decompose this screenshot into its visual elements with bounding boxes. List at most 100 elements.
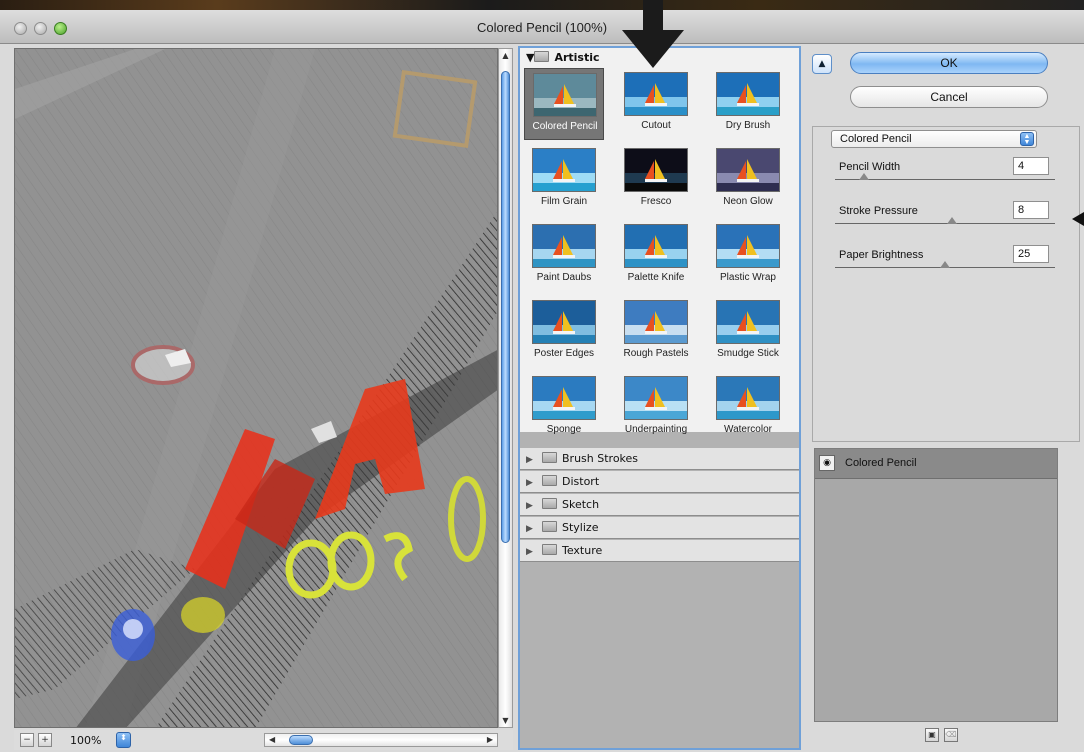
collapse-gallery-button[interactable]: ▲: [812, 54, 832, 74]
category-label: Stylize: [562, 521, 599, 534]
select-arrows-icon: ▲ ▼: [1020, 132, 1034, 146]
filter-label: Palette Knife: [627, 272, 685, 283]
category-header[interactable]: ▶ Distort: [520, 471, 799, 493]
filter-preview-image: [716, 376, 780, 420]
window-title: Colored Pencil (100%): [476, 20, 608, 35]
filter-gallery-panel: ▼ Artistic Colored Pencil Cutout Dry Brush F…: [518, 46, 801, 750]
category-label: Brush Strokes: [562, 452, 639, 465]
filter-preview-image: [716, 300, 780, 344]
filter-label: Smudge Stick: [717, 348, 779, 359]
filter-label: Underpainting: [624, 424, 688, 435]
category-label: Texture: [562, 544, 603, 557]
scroll-left-arrow-icon[interactable]: ◀: [269, 735, 275, 744]
folder-icon: [542, 498, 557, 509]
filter-thumbnail[interactable]: Fresco: [616, 144, 696, 216]
disclosure-closed-icon[interactable]: ▶: [526, 541, 538, 563]
param-label: Paper Brightness: [839, 249, 924, 261]
title-bar: Colored Pencil (100%): [0, 0, 1084, 44]
effect-layer-row[interactable]: ◉ Colored Pencil: [815, 449, 1057, 479]
scroll-up-arrow-icon[interactable]: ▲: [501, 51, 510, 60]
filter-preview-image: [533, 73, 597, 117]
disclosure-closed-icon[interactable]: ▶: [526, 518, 538, 540]
filter-thumbnail[interactable]: Poster Edges: [524, 296, 604, 368]
scroll-right-arrow-icon[interactable]: ▶: [487, 735, 493, 744]
folder-icon: [542, 521, 557, 532]
filter-preview-image: [532, 148, 596, 192]
disclosure-closed-icon[interactable]: ▶: [526, 495, 538, 517]
filter-thumbnail[interactable]: Colored Pencil: [524, 68, 604, 140]
filter-label: Colored Pencil: [532, 121, 598, 132]
preview-canvas[interactable]: [14, 48, 498, 728]
filter-thumbnail[interactable]: Dry Brush: [708, 68, 788, 140]
filter-thumbnail[interactable]: Smudge Stick: [708, 296, 788, 368]
filter-label: Plastic Wrap: [720, 272, 776, 283]
filter-thumbnail[interactable]: Sponge: [524, 372, 604, 444]
param-label: Stroke Pressure: [839, 205, 918, 217]
param-slider-track[interactable]: [835, 223, 1055, 224]
category-label: Sketch: [562, 498, 600, 511]
cancel-button[interactable]: Cancel: [850, 86, 1048, 108]
filter-thumbnail[interactable]: Cutout: [616, 68, 696, 140]
zoom-menu-stepper[interactable]: ⬍: [116, 732, 131, 748]
folder-open-icon: [534, 51, 550, 62]
param-slider-knob[interactable]: [940, 261, 950, 268]
param-slider-knob[interactable]: [947, 217, 958, 224]
filter-thumbnail[interactable]: Underpainting: [616, 372, 696, 444]
filter-preview-image: [716, 224, 780, 268]
annotation-arrow-left-icon: [1072, 212, 1084, 226]
background-strip: [0, 0, 1084, 10]
filter-select-value: Colored Pencil: [840, 133, 912, 145]
filter-thumbnail[interactable]: Rough Pastels: [616, 296, 696, 368]
filter-label: Film Grain: [540, 196, 588, 207]
filter-settings-panel: Colored Pencil ▲ ▼ Pencil Width 4 Stroke Pr…: [812, 126, 1080, 442]
vertical-scroll-thumb[interactable]: [501, 71, 510, 543]
category-header[interactable]: ▶ Sketch: [520, 494, 799, 516]
filter-preview-image: [532, 376, 596, 420]
param-value-field[interactable]: 8: [1013, 201, 1049, 219]
filter-label: Dry Brush: [725, 120, 771, 131]
category-header[interactable]: ▶ Stylize: [520, 517, 799, 539]
horizontal-scroll-thumb[interactable]: [289, 735, 313, 745]
filter-preview-image: [532, 300, 596, 344]
disclosure-closed-icon[interactable]: ▶: [526, 472, 538, 494]
new-effect-layer-button[interactable]: ▣: [925, 728, 939, 742]
filter-label: Rough Pastels: [623, 348, 689, 359]
category-header[interactable]: ▶ Texture: [520, 540, 799, 562]
filter-preview-image: [716, 72, 780, 116]
filter-label: Watercolor: [724, 424, 772, 435]
filter-thumbnail[interactable]: Neon Glow: [708, 144, 788, 216]
filter-thumbnail[interactable]: Plastic Wrap: [708, 220, 788, 292]
zoom-out-button[interactable]: −: [20, 733, 34, 747]
folder-icon: [542, 452, 557, 463]
filter-thumbnail[interactable]: Paint Daubs: [524, 220, 604, 292]
filter-preview-image: [624, 72, 688, 116]
artistic-category: ▼ Artistic Colored Pencil Cutout Dry Brush F…: [520, 48, 799, 435]
effect-layers-panel: ◉ Colored Pencil: [814, 448, 1058, 722]
disclosure-open-icon[interactable]: ▼: [526, 51, 534, 64]
param-value-field[interactable]: 25: [1013, 245, 1049, 263]
filter-gallery-dialog: ▲ ▼ − + 100% ⬍ ◀ ▶ ▼ Artistic Colored Pen…: [0, 44, 1084, 752]
delete-effect-layer-button[interactable]: ⌫: [944, 728, 958, 742]
param-slider-knob[interactable]: [858, 173, 869, 180]
ok-button[interactable]: OK: [850, 52, 1048, 74]
filter-label: Paint Daubs: [536, 272, 592, 283]
zoom-level[interactable]: 100%: [70, 734, 101, 747]
annotation-arrow-down-icon: [622, 0, 684, 68]
filter-select[interactable]: Colored Pencil ▲ ▼: [831, 130, 1037, 148]
filter-thumbnail[interactable]: Watercolor: [708, 372, 788, 444]
filter-preview-image: [716, 148, 780, 192]
param-value-field[interactable]: 4: [1013, 157, 1049, 175]
category-label: Distort: [562, 475, 600, 488]
visibility-eye-icon[interactable]: ◉: [819, 455, 835, 471]
category-header[interactable]: ▶ Brush Strokes: [520, 448, 799, 470]
filter-thumbnail[interactable]: Film Grain: [524, 144, 604, 216]
preview-horizontal-scrollbar[interactable]: ◀ ▶: [264, 733, 498, 747]
scroll-down-arrow-icon[interactable]: ▼: [501, 716, 510, 725]
preview-vertical-scrollbar[interactable]: ▲ ▼: [498, 48, 513, 728]
zoom-in-button[interactable]: +: [38, 733, 52, 747]
filter-preview-image: [624, 224, 688, 268]
disclosure-closed-icon[interactable]: ▶: [526, 449, 538, 471]
filter-thumbnail[interactable]: Palette Knife: [616, 220, 696, 292]
filter-preview-image: [624, 148, 688, 192]
folder-icon: [542, 475, 557, 486]
